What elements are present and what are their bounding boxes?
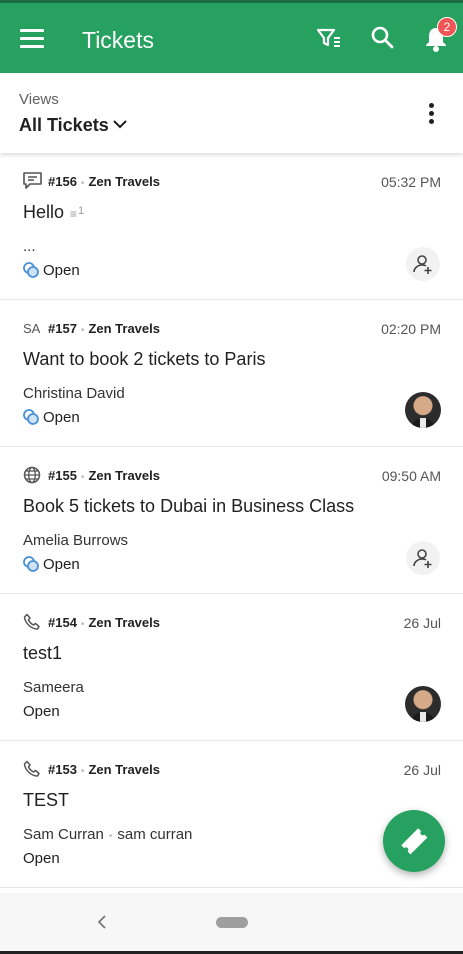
agent-avatar[interactable] (405, 686, 441, 722)
views-bar: Views All Tickets (0, 73, 463, 153)
ticket-source-label: SA (23, 321, 41, 336)
requester-contact: sam curran (117, 826, 193, 843)
requester-name: Sam Curran (23, 826, 104, 843)
more-options-icon[interactable] (428, 103, 436, 125)
ticket-number: #157 (48, 321, 77, 336)
ticket-requester: Amelia Burrows (23, 532, 129, 549)
ticket-subject: TEST (23, 790, 70, 810)
ticket-requester: Sameera (23, 679, 84, 696)
ticket-number: #153 (48, 762, 77, 777)
ticket-subject: test1 (23, 643, 63, 663)
ticket-list: #156 • Zen Travels 05:32 PM Hello ≡1 ... Op… (0, 153, 463, 888)
ticket-number: #156 (48, 174, 77, 189)
ticket-requester: Sam Curran • sam curran (23, 826, 193, 843)
add-person-icon (413, 255, 432, 274)
ticket-time: 02:20 PM (381, 321, 441, 337)
chevron-down-icon[interactable] (113, 119, 127, 129)
phone-icon (23, 613, 43, 631)
ticket-company: Zen Travels (88, 174, 160, 189)
ticket-company: Zen Travels (88, 468, 160, 483)
page-title: Tickets (82, 27, 154, 53)
ticket-row[interactable]: SA #157 • Zen Travels 02:20 PM Want to boo… (0, 300, 463, 447)
status-open-icon (23, 409, 39, 425)
ticket-row[interactable]: #155 • Zen Travels 09:50 AM Book 5 tickets… (0, 447, 463, 594)
ticket-meta: #156 • Zen Travels (48, 174, 160, 189)
home-pill[interactable] (216, 917, 248, 928)
ticket-time: 26 Jul (403, 762, 441, 778)
views-caption: Views (19, 91, 59, 108)
ticket-meta: #155 • Zen Travels (48, 468, 160, 483)
search-icon[interactable] (370, 25, 398, 53)
ticket-status: Open (23, 556, 80, 573)
ticket-company: Zen Travels (88, 615, 160, 630)
ticket-status: Open (23, 703, 60, 720)
ticket-company: Zen Travels (88, 762, 160, 777)
status-label: Open (23, 703, 60, 720)
system-nav-bar (0, 893, 463, 951)
notification-badge: 2 (437, 17, 457, 37)
status-open-icon (23, 262, 39, 278)
agent-avatar[interactable] (405, 392, 441, 428)
app-bar: Tickets 2 (0, 3, 463, 73)
ticket-requester: Christina David (23, 385, 125, 402)
notes-count: 1 (78, 205, 85, 217)
back-icon[interactable] (94, 913, 110, 931)
status-label: Open (43, 556, 80, 573)
ticket-subject: Hello ≡1 (23, 202, 84, 223)
ticket-meta: #157 • Zen Travels (48, 321, 160, 336)
add-person-icon (413, 549, 432, 568)
ticket-row[interactable]: #154 • Zen Travels 26 Jul test1 Sameera Op… (0, 594, 463, 741)
ticket-status: Open (23, 262, 80, 279)
ticket-requester: ... (23, 238, 36, 255)
status-label: Open (43, 262, 80, 279)
assign-agent-button[interactable] (406, 247, 440, 281)
ticket-subject: Want to book 2 tickets to Paris (23, 349, 266, 369)
ticket-add-icon (401, 828, 428, 855)
menu-icon[interactable] (20, 29, 44, 49)
ticket-meta: #153 • Zen Travels (48, 762, 160, 777)
ticket-time: 09:50 AM (381, 468, 441, 484)
chat-icon (23, 172, 43, 190)
views-selector[interactable]: All Tickets (19, 115, 109, 136)
ticket-time: 05:32 PM (381, 174, 441, 190)
ticket-number: #154 (48, 615, 77, 630)
ticket-subject-text: Hello (23, 202, 65, 222)
ticket-subject: Book 5 tickets to Dubai in Business Clas… (23, 496, 355, 516)
ticket-status: Open (23, 409, 80, 426)
phone-icon (23, 760, 43, 778)
filter-icon[interactable] (316, 25, 344, 53)
status-label: Open (23, 850, 60, 867)
ticket-row[interactable]: #156 • Zen Travels 05:32 PM Hello ≡1 ... Op… (0, 153, 463, 300)
ticket-number: #155 (48, 468, 77, 483)
ticket-meta: #154 • Zen Travels (48, 615, 160, 630)
assign-agent-button[interactable] (406, 541, 440, 575)
ticket-time: 26 Jul (403, 615, 441, 631)
notes-icon: ≡ (70, 207, 78, 221)
status-label: Open (43, 409, 80, 426)
ticket-company: Zen Travels (88, 321, 160, 336)
globe-icon (23, 466, 43, 484)
status-open-icon (23, 556, 39, 572)
ticket-status: Open (23, 850, 60, 867)
new-ticket-button[interactable] (383, 810, 445, 872)
